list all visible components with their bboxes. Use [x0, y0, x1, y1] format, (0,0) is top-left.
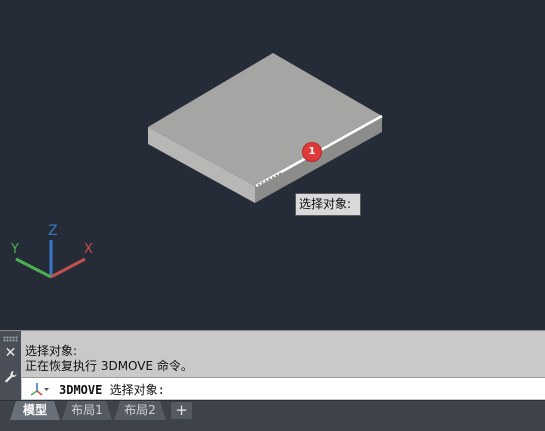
tab-label: 布局1: [71, 403, 103, 417]
tab-layout1[interactable]: 布局1: [62, 401, 112, 420]
ucs-z-label: Z: [48, 223, 58, 239]
command-input[interactable]: 3DMOVE 选择对象:: [22, 377, 545, 399]
ucs-icon: Z Y X: [10, 223, 93, 279]
command-line-panel: ✕ 选择对象: 正在恢复执行 3DMOVE 命令。 3DMOVE 选择对象:: [0, 330, 545, 401]
step-marker: 1: [303, 143, 321, 161]
command-prompt: 3DMOVE 选择对象:: [59, 381, 165, 398]
model-viewport[interactable]: Z Y X 1 选择对象:: [0, 0, 545, 330]
history-line: 选择对象:: [25, 344, 78, 358]
command-line-toolstrip: ✕: [0, 331, 21, 401]
close-command-line-button[interactable]: ✕: [3, 346, 18, 361]
history-line: 正在恢复执行 3DMOVE 命令。: [25, 359, 193, 373]
ucs-y-axis: [15, 257, 52, 279]
ucs-x-axis: [50, 257, 86, 279]
command-history: 选择对象: 正在恢复执行 3DMOVE 命令。: [25, 344, 193, 374]
tab-label: 布局2: [124, 403, 156, 417]
box-top-face[interactable]: [148, 53, 382, 186]
ucs-x-label: X: [84, 242, 93, 257]
ucs-y-label: Y: [10, 242, 19, 257]
layout-tab-bar: 模型 布局1 布局2 +: [0, 400, 545, 431]
command-customize-icon[interactable]: [28, 380, 50, 398]
tab-layout2[interactable]: 布局2: [114, 401, 166, 420]
tab-label: 模型: [22, 403, 47, 417]
add-layout-button[interactable]: +: [171, 402, 192, 419]
drag-grip-icon[interactable]: [3, 336, 18, 342]
wrench-icon[interactable]: [3, 369, 18, 385]
prompt-text: 选择对象:: [102, 383, 165, 397]
tab-model[interactable]: 模型: [10, 401, 60, 420]
prompt-command-name: 3DMOVE: [59, 383, 103, 397]
dynamic-input-tooltip: 选择对象:: [295, 193, 361, 216]
scene-canvas: Z Y X: [10, 53, 383, 279]
